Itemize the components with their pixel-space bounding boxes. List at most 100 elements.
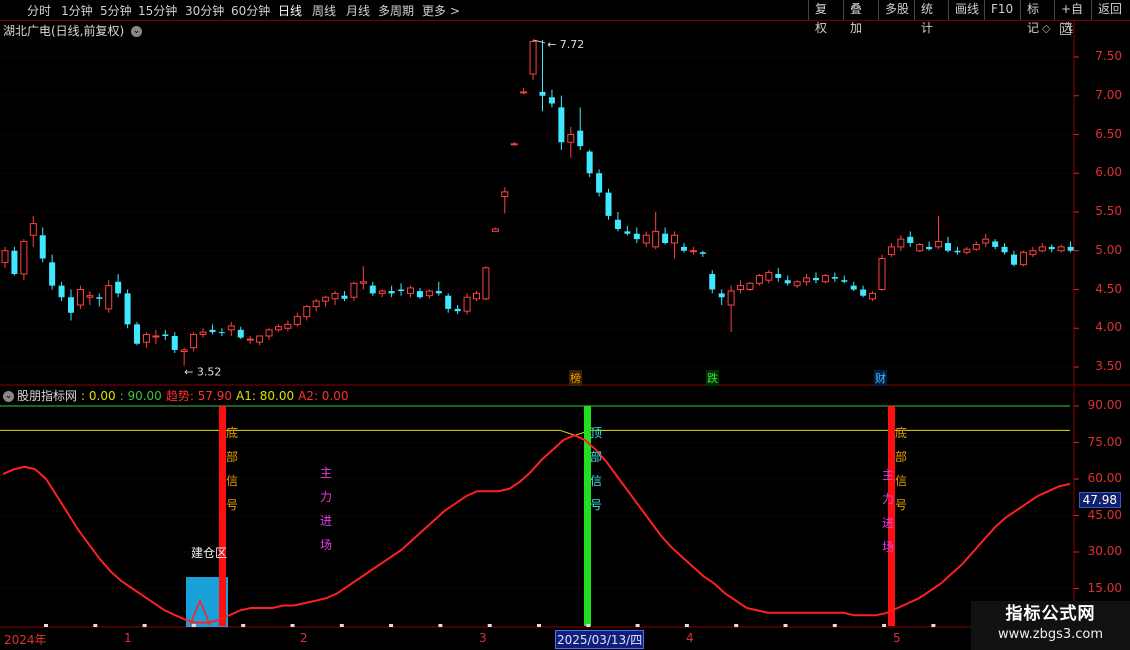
candle-body — [1048, 246, 1055, 250]
candle-body — [274, 326, 282, 331]
stock-title-text: 湖北广电(日线,前复权) — [3, 24, 125, 38]
candle-body — [737, 285, 745, 290]
candle-body — [520, 91, 528, 94]
period-tab-3[interactable]: 15分钟 — [138, 2, 177, 19]
candle-body — [96, 297, 103, 299]
candle-body — [76, 289, 84, 306]
period-tab-8[interactable]: 月线 — [346, 2, 370, 19]
panel-toggle-icon[interactable] — [1060, 23, 1071, 35]
event-tag-1[interactable]: 跌 — [706, 370, 719, 386]
period-tab-7[interactable]: 周线 — [312, 2, 336, 19]
candle-body — [907, 236, 914, 243]
candle-body — [115, 281, 122, 294]
candle-body — [718, 293, 725, 298]
indicator-axis-label: 45.00 — [1087, 507, 1122, 522]
date-tick-dot — [93, 624, 98, 627]
candle-body — [539, 91, 546, 96]
candle-body — [68, 297, 75, 313]
candle-body — [529, 41, 537, 75]
toolbar-button-6[interactable]: 标记 — [1020, 0, 1055, 35]
event-tag-2[interactable]: 财 — [874, 370, 887, 386]
candle-body — [784, 280, 791, 284]
indicator-axis-label: 15.00 — [1087, 580, 1122, 595]
main-force-text-1: 主力进场 — [881, 468, 894, 554]
candle-body — [689, 250, 697, 253]
event-tag-0[interactable]: 榜 — [569, 370, 582, 386]
candle-body — [265, 329, 273, 337]
candle-body — [359, 281, 367, 284]
candle-body — [945, 243, 951, 251]
candle-body — [680, 246, 687, 251]
candle-body — [850, 285, 857, 290]
candle-body — [887, 246, 895, 256]
watermark-title: 指标公式网 — [1005, 604, 1096, 624]
toolbar-button-1[interactable]: 叠加 — [843, 0, 879, 35]
indicator-name[interactable]: 股朋指标网 — [17, 389, 77, 403]
signal-text-2: 底部信号 — [894, 426, 907, 512]
toolbar-button-4[interactable]: 画线 — [948, 0, 985, 20]
diamond-icon[interactable]: ◇ — [1042, 22, 1050, 35]
candle-body — [812, 277, 819, 281]
period-tab-1[interactable]: 1分钟 — [61, 2, 93, 19]
period-tab-4[interactable]: 30分钟 — [185, 2, 224, 19]
candle-body — [49, 262, 56, 286]
toolbar-button-2[interactable]: 多股 — [878, 0, 915, 20]
candle-body — [982, 238, 990, 244]
candle-body — [209, 329, 216, 333]
candle-body — [284, 323, 292, 329]
candle-body — [567, 134, 575, 143]
trend-value: 趋势: 57.90 — [165, 389, 233, 403]
toolbar-button-8[interactable]: 返回 — [1091, 0, 1130, 20]
candle-body — [322, 296, 330, 302]
candle-body — [699, 252, 706, 254]
candle-body — [473, 292, 480, 300]
value-zero: : 0.00 — [81, 389, 116, 403]
date-tick-dot — [537, 624, 541, 627]
toolbar-button-5[interactable]: F10 — [984, 0, 1021, 20]
date-tick-dot — [586, 624, 591, 627]
toolbar-button-7[interactable]: +自选 — [1054, 0, 1092, 35]
chart-canvas: ← 7.72 ← 3.52 — [0, 20, 1130, 650]
toolbar-button-3[interactable]: 统计 — [914, 0, 949, 35]
candle-body — [378, 290, 386, 294]
toolbar-button-0[interactable]: 复权 — [808, 0, 844, 35]
candle-body — [312, 300, 320, 308]
period-tab-5[interactable]: 60分钟 — [231, 2, 270, 19]
period-tab-10[interactable]: 更多 > — [422, 2, 460, 19]
stock-title[interactable]: 湖北广电(日线,前复权) ⌄ — [3, 22, 143, 39]
value-ninety: : 90.00 — [119, 389, 162, 403]
candle-body — [256, 335, 264, 343]
period-tab-2[interactable]: 5分钟 — [100, 2, 132, 19]
candle-body — [180, 349, 188, 353]
period-tab-6[interactable]: 日线 — [278, 2, 302, 19]
signal-text-1: 顶部信号 — [589, 426, 602, 512]
price-axis-label: 7.50 — [1095, 49, 1122, 63]
watermark-url: www.zbgs3.com — [997, 627, 1104, 642]
a1-line — [0, 429, 1070, 436]
date-tick-dot — [438, 624, 443, 627]
candle-body — [1038, 246, 1046, 252]
candle-body — [709, 274, 716, 290]
chevron-down-icon[interactable]: ⌄ — [3, 391, 14, 402]
candle-body — [954, 250, 961, 253]
a1-value: A1: 80.00 — [236, 389, 295, 403]
period-tab-9[interactable]: 多周期 — [378, 2, 414, 19]
candle-body — [963, 248, 971, 253]
candle-body — [577, 130, 584, 147]
candle-body — [199, 331, 207, 335]
chevron-down-icon[interactable]: ⌄ — [131, 26, 143, 37]
candle-body — [341, 295, 348, 299]
candle-body — [124, 293, 131, 325]
indicator-axis-label: 75.00 — [1087, 434, 1122, 449]
candle-body — [369, 285, 376, 294]
candle-body — [803, 277, 811, 283]
period-tab-0[interactable]: 分时 — [27, 2, 51, 19]
candle-body — [303, 306, 311, 318]
candle-body — [491, 228, 499, 232]
candle-body — [916, 244, 924, 252]
date-tick-dot — [635, 624, 640, 627]
candle-body — [765, 271, 773, 281]
price-axis-label: 6.50 — [1095, 126, 1122, 141]
candle-body — [86, 295, 94, 298]
candle-body — [416, 291, 423, 298]
